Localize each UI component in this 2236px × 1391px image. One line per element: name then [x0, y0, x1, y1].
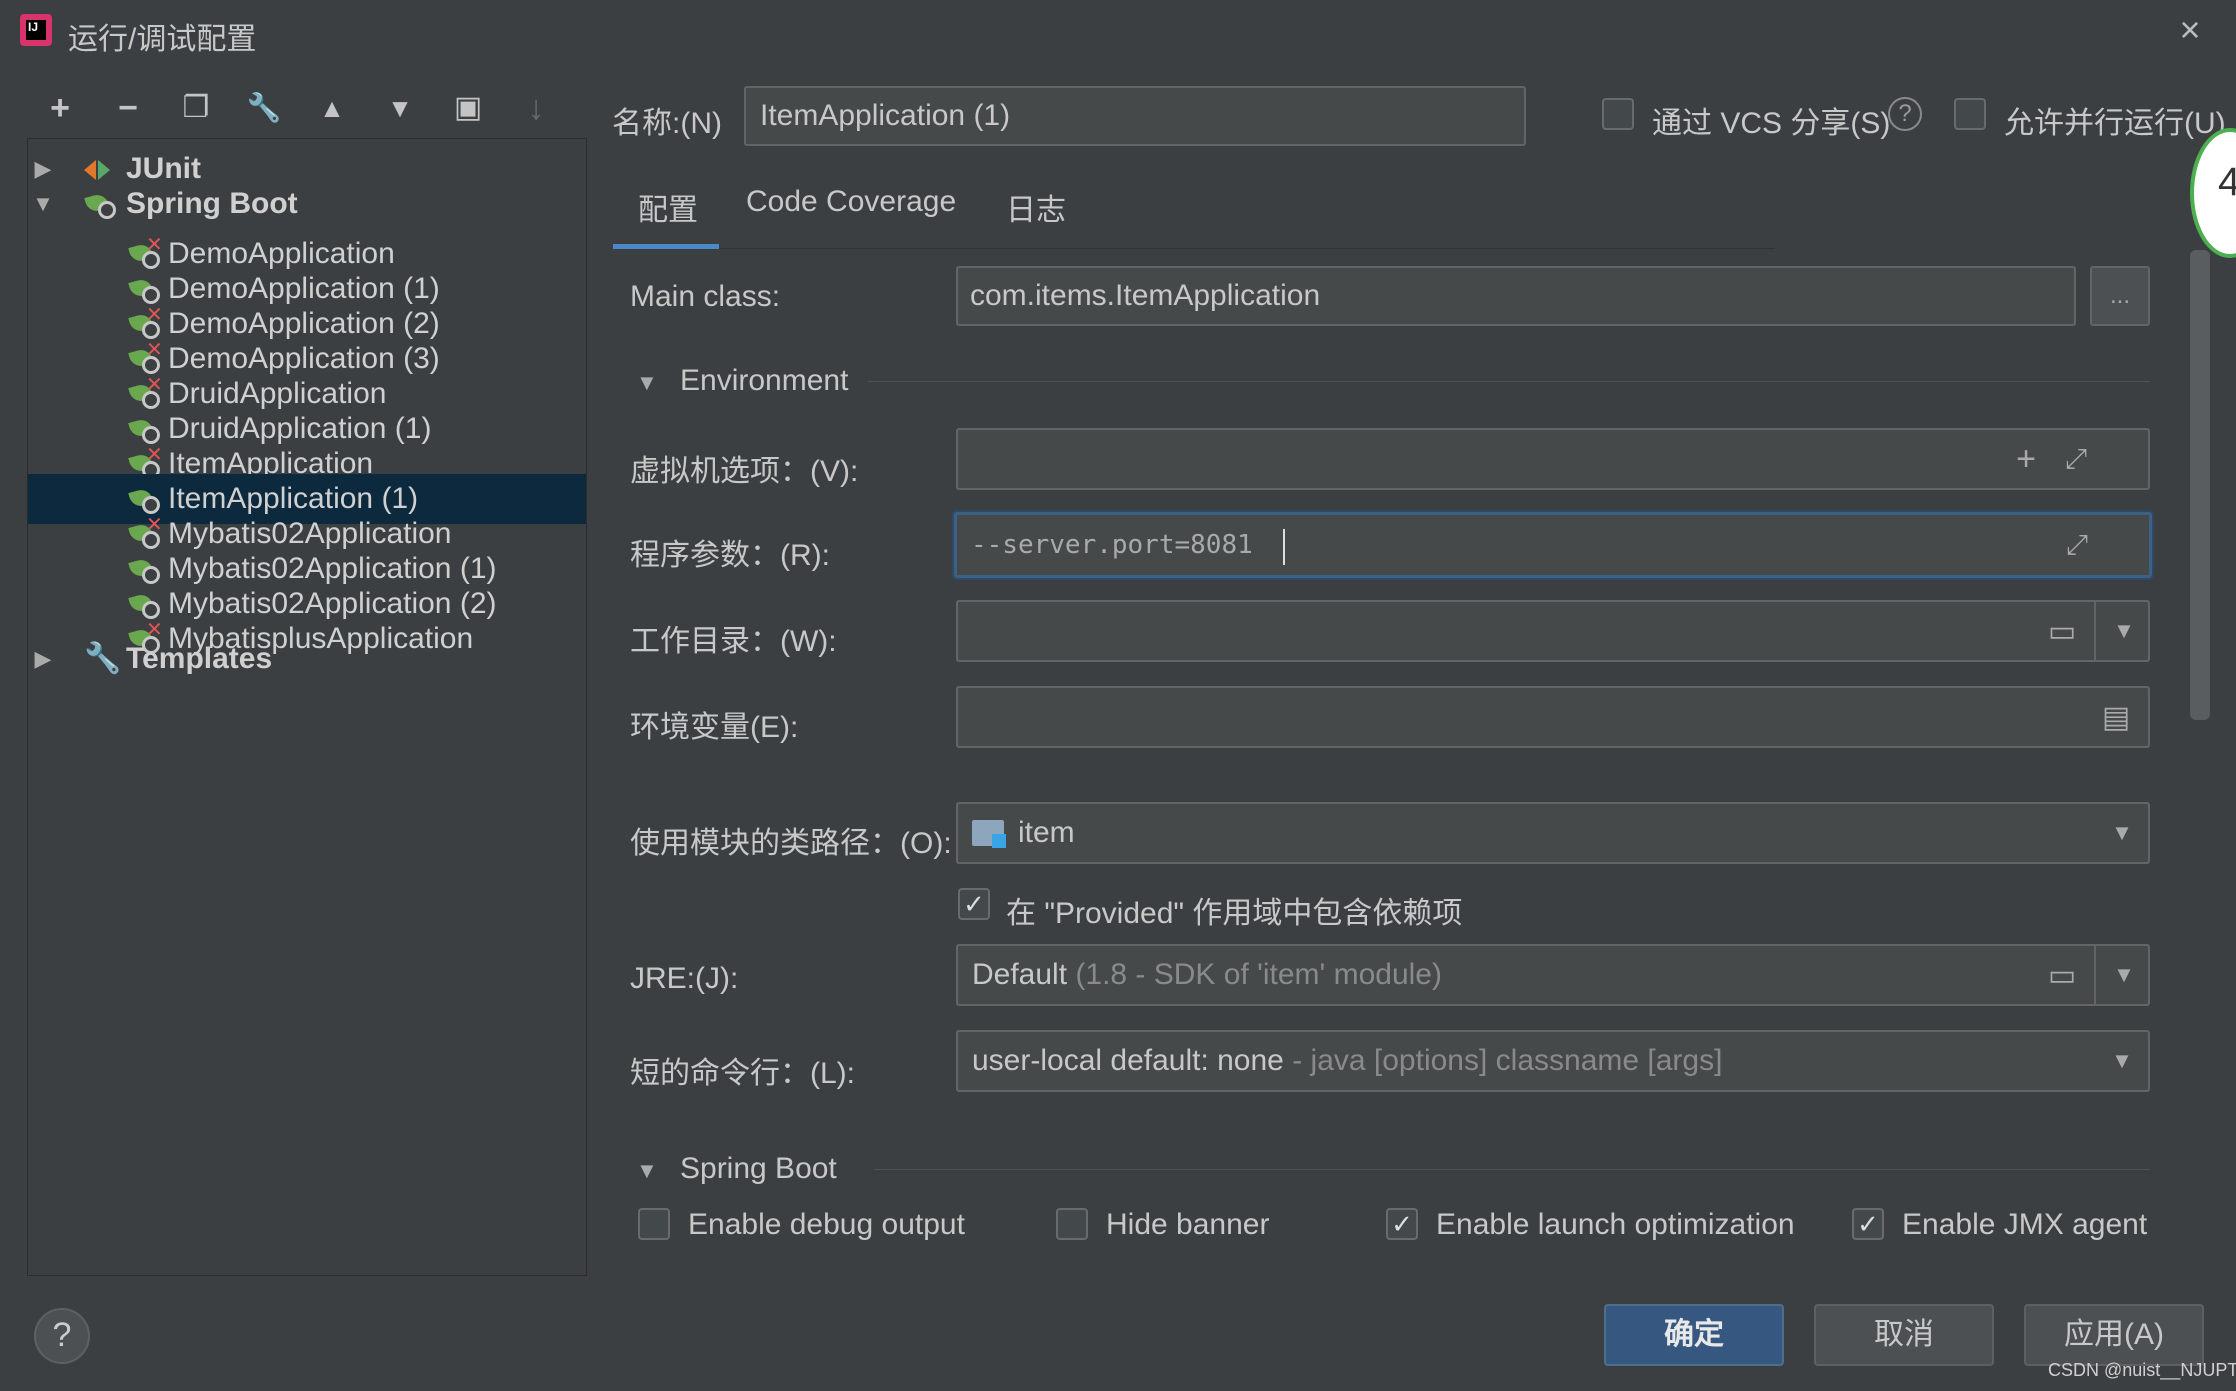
env-vars-label: 环境变量(E): — [630, 711, 799, 744]
chevron-down-icon[interactable]: ▼ — [2094, 804, 2150, 862]
intellij-logo-icon — [20, 14, 52, 46]
move-down-icon[interactable]: ▼ — [378, 86, 422, 130]
chevron-down-icon[interactable]: ▼ — [2096, 602, 2152, 660]
section-divider — [874, 1169, 2150, 1170]
help-button[interactable]: ? — [34, 1308, 90, 1364]
program-args-value: --server.port=8081 — [971, 530, 1253, 560]
shorten-cmdline-select[interactable]: user-local default: none - java [options… — [956, 1030, 2150, 1092]
enable-debug-checkbox[interactable] — [638, 1208, 670, 1240]
expand-arrow-icon[interactable]: ▶ — [28, 634, 58, 684]
cancel-button[interactable]: 取消 — [1814, 1304, 1994, 1366]
jre-value: Default (1.8 - SDK of 'item' module) — [972, 958, 1442, 991]
module-folder-icon — [972, 820, 1006, 848]
launch-optimization-checkbox[interactable]: ✓ — [1386, 1208, 1418, 1240]
wrench-icon[interactable]: 🔧 — [242, 86, 286, 130]
shorten-cmdline-hint: - java [options] classname [args] — [1292, 1044, 1723, 1077]
main-class-value: com.items.ItemApplication — [970, 279, 1321, 312]
vm-options-input[interactable]: + ⤢ — [956, 428, 2150, 490]
jre-label: JRE:(J): — [630, 962, 739, 995]
classpath-module-select[interactable]: item ▼ — [956, 802, 2150, 864]
name-input[interactable]: ItemApplication (1) — [744, 86, 1526, 146]
remove-icon[interactable]: − — [106, 86, 150, 130]
spring-boot-section-label: Spring Boot — [680, 1152, 837, 1185]
tab-config[interactable]: 配置 — [638, 185, 698, 229]
wrench-icon: 🔧 — [84, 642, 122, 675]
tab-logs[interactable]: 日志 — [1006, 185, 1066, 229]
tree-node-templates[interactable]: ▶ 🔧 Templates — [28, 634, 586, 684]
close-icon[interactable]: × — [2170, 10, 2210, 50]
add-icon[interactable]: + — [38, 86, 82, 130]
tab-active-indicator — [613, 244, 719, 249]
name-label: 名称:(N) — [612, 107, 722, 140]
main-class-input[interactable]: com.items.ItemApplication — [956, 266, 2076, 326]
jmx-agent-checkbox[interactable]: ✓ — [1852, 1208, 1884, 1240]
title-bar — [0, 0, 2236, 62]
expand-icon[interactable]: ⤢ — [2048, 430, 2104, 488]
tabs-divider — [613, 248, 1775, 249]
badge-indicator: 4 — [2190, 128, 2236, 258]
folder-icon[interactable]: ▭ — [2034, 946, 2090, 1004]
include-provided-checkbox[interactable]: ✓ — [958, 888, 990, 920]
config-tree[interactable]: ▶ JUnit ▼ Spring Boot ✕ DemoApplication De… — [27, 138, 587, 1276]
tree-label: Spring Boot — [126, 187, 298, 220]
scrollbar[interactable] — [2190, 250, 2210, 720]
document-icon[interactable]: ▤ — [2088, 688, 2144, 746]
help-icon[interactable]: ? — [1888, 97, 1922, 131]
expand-icon[interactable]: ⤢ — [2049, 515, 2105, 575]
classpath-module-value: item — [1018, 816, 1075, 849]
enable-debug-label: Enable debug output — [688, 1208, 965, 1241]
tree-node-spring-boot[interactable]: ▼ Spring Boot — [28, 179, 586, 229]
section-divider — [868, 381, 2150, 382]
chevron-down-icon[interactable]: ▼ — [2096, 946, 2152, 1004]
program-args-input[interactable]: --server.port=8081 ⤢ — [954, 512, 2152, 578]
shorten-cmdline-value: user-local default: none - java [options… — [972, 1044, 1723, 1077]
apply-button[interactable]: 应用(A) — [2024, 1304, 2204, 1366]
working-dir-input[interactable]: ▭ ▼ — [956, 600, 2150, 662]
folder-add-icon[interactable]: ▣ — [446, 86, 490, 130]
tab-code-coverage[interactable]: Code Coverage — [746, 185, 956, 219]
watermark: CSDN @nuist__NJUPT — [2048, 1360, 2236, 1380]
vcs-share-checkbox[interactable] — [1602, 98, 1634, 130]
include-provided-label: 在 "Provided" 作用域中包含依赖项 — [1006, 897, 1463, 930]
name-value: ItemApplication (1) — [760, 99, 1011, 132]
chevron-down-icon[interactable]: ▼ — [2094, 1032, 2150, 1090]
vm-options-label: 虚拟机选项：(V): — [630, 455, 859, 488]
hide-banner-label: Hide banner — [1106, 1208, 1270, 1241]
add-icon[interactable]: + — [1998, 430, 2054, 488]
vcs-share-label: 通过 VCS 分享(S) — [1652, 107, 1891, 140]
ok-button[interactable]: 确定 — [1604, 1304, 1784, 1366]
hide-banner-checkbox[interactable] — [1056, 1208, 1088, 1240]
text-cursor — [1283, 529, 1285, 565]
program-args-label: 程序参数：(R): — [630, 539, 830, 572]
tree-label: Templates — [126, 642, 273, 675]
folder-icon[interactable]: ▭ — [2034, 602, 2090, 660]
sort-icon[interactable]: ↓ — [514, 86, 558, 130]
jre-hint: (1.8 - SDK of 'item' module) — [1075, 958, 1442, 991]
working-dir-label: 工作目录：(W): — [630, 625, 837, 658]
collapse-arrow-icon[interactable]: ▼ — [636, 1158, 658, 1184]
classpath-module-label: 使用模块的类路径：(O): — [630, 827, 952, 860]
shorten-cmdline-label: 短的命令行：(L): — [630, 1057, 855, 1090]
collapse-arrow-icon[interactable]: ▼ — [636, 370, 658, 396]
env-vars-input[interactable]: ▤ — [956, 686, 2150, 748]
collapse-arrow-icon[interactable]: ▼ — [28, 179, 58, 229]
allow-parallel-checkbox[interactable] — [1954, 98, 1986, 130]
environment-section-label: Environment — [680, 364, 849, 397]
move-up-icon[interactable]: ▲ — [310, 86, 354, 130]
jmx-agent-label: Enable JMX agent — [1902, 1208, 2148, 1241]
allow-parallel-label: 允许并行运行(U) — [2004, 107, 2226, 140]
copy-icon[interactable]: ❐ — [174, 86, 218, 130]
launch-optimization-label: Enable launch optimization — [1436, 1208, 1795, 1241]
main-class-label: Main class: — [630, 280, 781, 313]
window-title: 运行/调试配置 — [68, 23, 257, 56]
jre-select[interactable]: Default (1.8 - SDK of 'item' module) ▭ ▼ — [956, 944, 2150, 1006]
browse-button[interactable]: ... — [2090, 266, 2150, 326]
